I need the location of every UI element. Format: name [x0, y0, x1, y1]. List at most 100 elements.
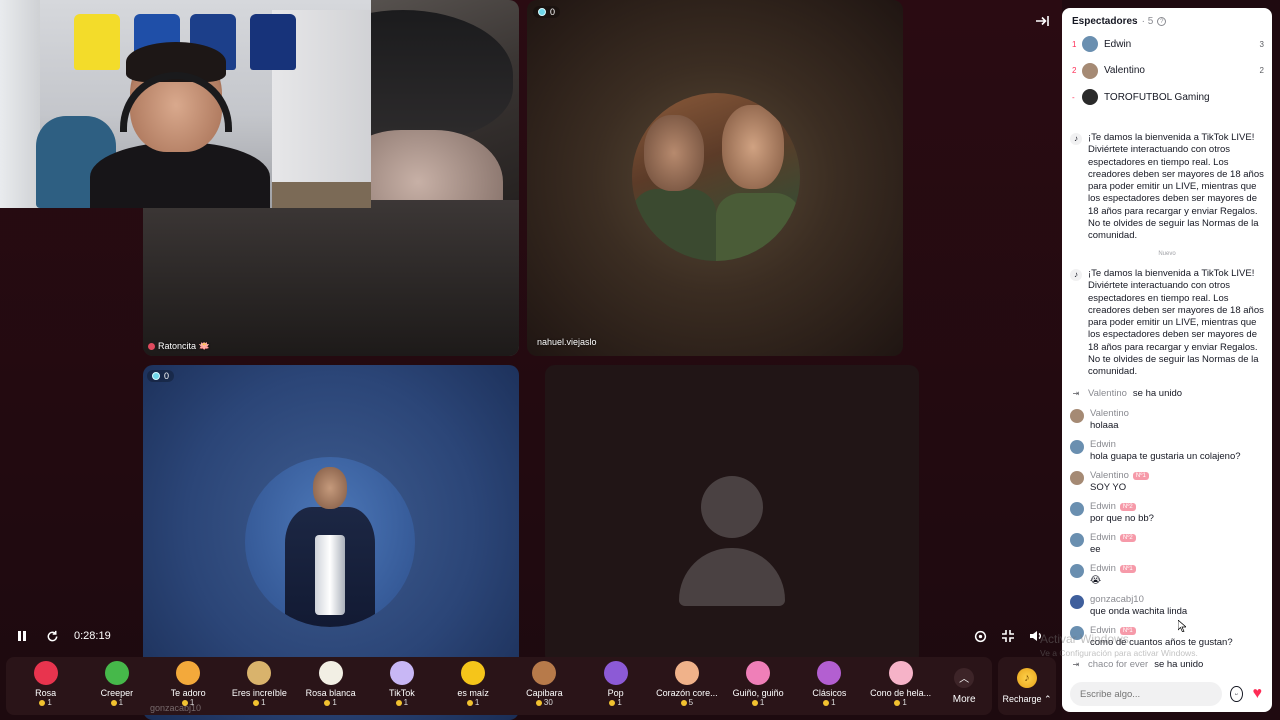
gift-price: 1 — [39, 698, 52, 707]
chat-username: Edwin Nº2 — [1090, 501, 1154, 512]
gift-item[interactable]: es maíz 1 — [438, 657, 509, 715]
recharge-button[interactable]: ♪ Recharge ⌃ — [998, 657, 1056, 715]
gift-name: Pop — [607, 688, 624, 698]
chat-text: por que no bb? — [1090, 513, 1154, 524]
chat-input[interactable] — [1070, 682, 1222, 706]
chat-user-link[interactable]: Edwin — [1090, 532, 1116, 543]
gift-item[interactable]: Clásicos 1 — [794, 657, 865, 715]
chat-user-link[interactable]: Valentino — [1090, 408, 1129, 419]
chat-user-link[interactable]: gonzacabj10 — [1090, 594, 1144, 605]
viewer-name: Valentino — [1104, 65, 1145, 76]
gift-name: Clásicos — [812, 688, 847, 698]
chat-text: holaaa — [1090, 420, 1119, 431]
gift-name: Corazón core... — [656, 688, 718, 698]
settings-gear-icon[interactable] — [972, 628, 988, 644]
more-gifts-button[interactable]: ︿ More — [936, 657, 992, 715]
join-notice: ⇥ chaco for ever se ha unido — [1070, 658, 1266, 670]
chat-user-link[interactable]: Valentino — [1090, 470, 1129, 481]
enter-icon: ⇥ — [1072, 659, 1080, 669]
gift-price: 1 — [751, 698, 764, 707]
gift-item[interactable]: Corazón core... 5 — [651, 657, 722, 715]
help-icon[interactable]: ? — [1157, 17, 1167, 26]
background-shelf — [0, 0, 40, 208]
finger-heart-icon — [674, 661, 699, 685]
chat-username: Valentino Nº1 — [1090, 470, 1149, 481]
fan-level-badge: Nº2 — [1119, 502, 1136, 511]
gift-item[interactable]: TikTok 1 — [366, 657, 437, 715]
player-head — [313, 467, 347, 509]
gift-item[interactable]: Pop 1 — [580, 657, 651, 715]
exit-fullscreen-icon[interactable] — [1000, 628, 1016, 644]
chat-user-link[interactable]: Edwin — [1090, 439, 1116, 450]
join-notice: ⇥ Valentino se ha unido — [1070, 387, 1266, 399]
host-person — [90, 42, 270, 208]
gift-item[interactable]: Cono de hela... 1 — [865, 657, 936, 715]
chat-message: Edwin hola guapa te gustaria un colajeno? — [1070, 439, 1266, 462]
video-settings-controls — [972, 628, 1044, 644]
heart-like-icon[interactable]: ♥ — [1251, 685, 1265, 703]
viewer-rank-row[interactable]: - TOROFUTBOL Gaming — [1072, 87, 1264, 107]
viewer-name: TOROFUTBOL Gaming — [1104, 91, 1210, 103]
gift-item[interactable]: Capibara 30 — [509, 657, 580, 715]
viewer-dot-icon — [152, 372, 160, 380]
gift-name: Eres increíble — [231, 688, 287, 698]
cat-icon — [247, 661, 272, 685]
mouse-cursor-icon — [1178, 620, 1186, 632]
pause-icon[interactable] — [14, 628, 30, 644]
avatar[interactable] — [1070, 440, 1084, 454]
tiktok-icon: ♪ — [1070, 269, 1082, 281]
white-rose-icon — [318, 661, 343, 685]
heart-face-icon — [176, 661, 201, 685]
rank-number: 2 — [1072, 66, 1077, 75]
chat-username: Edwin Nº1 — [1090, 563, 1136, 574]
rose-icon — [33, 661, 58, 685]
coin-icon — [39, 699, 46, 706]
tiktok-icon — [389, 661, 414, 685]
avatar-shoulders — [679, 548, 785, 606]
gift-price: 1 — [324, 698, 337, 707]
gift-price: 1 — [609, 698, 622, 707]
chat-message: Edwin Nº2 ee — [1070, 532, 1266, 555]
default-avatar-icon — [679, 476, 785, 606]
viewer-rank-row[interactable]: 1 Edwin 3 — [1072, 34, 1264, 54]
chat-user-link[interactable]: Edwin — [1090, 501, 1116, 512]
coin-icon — [395, 699, 402, 706]
coin-icon — [680, 699, 687, 706]
gift-price: 1 — [395, 698, 408, 707]
emoji-icon[interactable]: ᵕ — [1230, 686, 1243, 702]
gift-name: Cono de hela... — [870, 688, 932, 698]
host-camera-pip[interactable] — [0, 0, 371, 208]
gift-name: Capibara — [526, 688, 563, 698]
gift-price: 1 — [894, 698, 907, 707]
avatar[interactable] — [1070, 533, 1084, 547]
viewer-rank-row[interactable]: 2 Valentino 2 — [1072, 61, 1264, 81]
gift-item[interactable]: Guiño, guiño 1 — [723, 657, 794, 715]
gift-item[interactable]: Rosa blanca 1 — [295, 657, 366, 715]
avatar[interactable] — [1070, 502, 1084, 516]
coin-icon — [894, 699, 901, 706]
viewer-name: Edwin — [1104, 38, 1132, 50]
guest-avatar-gonzacabj10 — [245, 457, 415, 627]
refresh-icon[interactable] — [44, 628, 60, 644]
gift-item[interactable]: Eres increíble 1 — [224, 657, 295, 715]
tile-name-ratoncita: Ratoncita 🪷 — [148, 341, 210, 352]
gift-name: Te adoro — [170, 688, 206, 698]
coin-icon — [823, 699, 830, 706]
video-stage: Ratoncita 🪷 0 nahuel.viejaslo 0 0:28:19 … — [0, 0, 1062, 720]
gift-item[interactable]: Creeper 1 — [81, 657, 152, 715]
chat-user-link[interactable]: Edwin — [1090, 563, 1116, 574]
panel-header: Espectadores · 5 ? — [1072, 16, 1167, 27]
avatar[interactable] — [1070, 471, 1084, 485]
chat-message: Valentino Nº1 SOY YO — [1070, 470, 1266, 493]
chat-username: Edwin — [1090, 439, 1241, 450]
gift-item[interactable]: Rosa 1 — [10, 657, 81, 715]
collapse-panel-icon[interactable] — [1034, 13, 1052, 31]
wink-icon — [746, 661, 771, 685]
hair-shape — [143, 200, 519, 356]
coin-icon — [324, 699, 331, 706]
flower-icon — [148, 343, 155, 350]
avatar[interactable] — [1070, 409, 1084, 423]
avatar[interactable] — [1070, 564, 1084, 578]
ice-cream-icon — [888, 661, 913, 685]
avatar[interactable] — [1070, 595, 1084, 609]
